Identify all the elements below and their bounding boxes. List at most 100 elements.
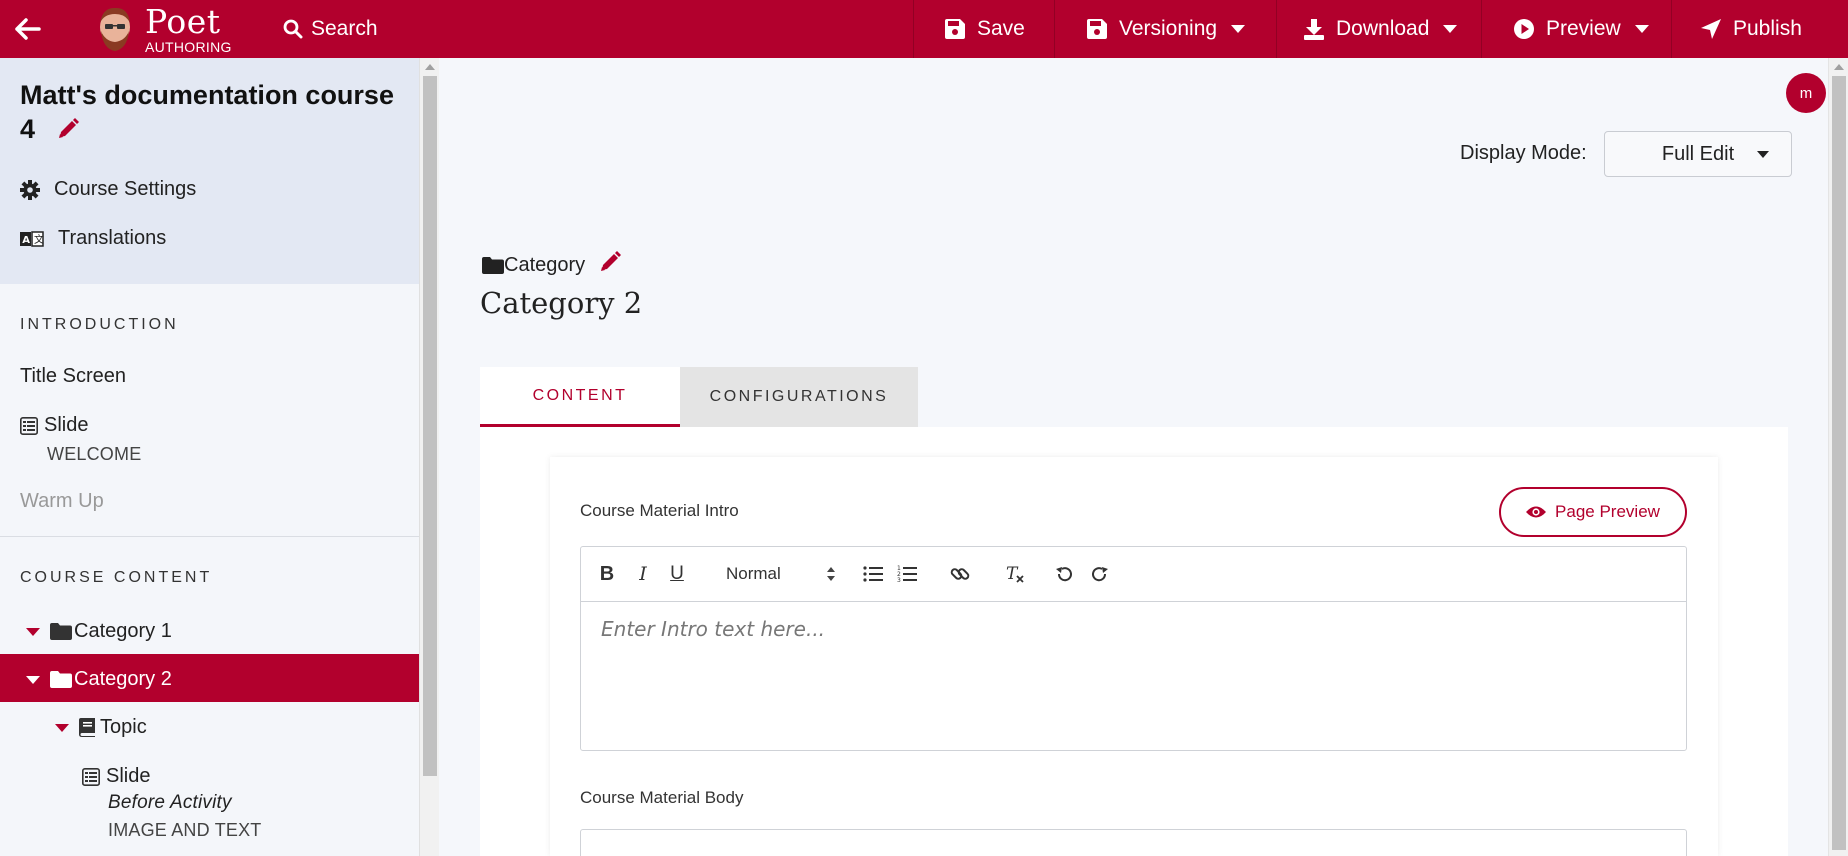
intro-text-area[interactable]: Enter Intro text here... [601, 617, 825, 641]
preview-dropdown[interactable]: Preview [1513, 0, 1649, 58]
underline-icon[interactable]: U [669, 563, 685, 585]
scroll-up-arrow-icon[interactable] [1834, 64, 1844, 70]
user-initial: m [1799, 84, 1813, 102]
search-label: Search [311, 17, 378, 40]
save-icon [945, 19, 965, 39]
italic-icon[interactable]: I [635, 563, 651, 585]
breadcrumb: Category [482, 251, 622, 279]
chevron-down-icon [1757, 151, 1769, 158]
page-preview-button[interactable]: Page Preview [1499, 487, 1687, 537]
sidebar-header: Matt's documentation course 4 Course Set… [0, 58, 419, 284]
search-icon [283, 19, 303, 39]
chevron-down-icon[interactable] [26, 675, 40, 684]
course-settings-link[interactable]: Course Settings [20, 178, 196, 201]
versioning-dropdown[interactable]: Versioning [1086, 0, 1246, 58]
chevron-down-icon [1443, 25, 1458, 33]
book-icon [79, 718, 95, 737]
svg-text:文: 文 [34, 233, 44, 246]
chevron-down-icon [1634, 25, 1649, 33]
intro-slide-item[interactable]: Slide [20, 414, 88, 437]
tab-content-label: CONTENT [532, 386, 628, 404]
pencil-icon[interactable] [599, 251, 622, 279]
main-scroll-thumb[interactable] [1832, 76, 1846, 850]
category-1-item[interactable]: Category 1 [26, 620, 172, 643]
category-1-label: Category 1 [74, 620, 172, 642]
title-screen-item[interactable]: Title Screen [20, 365, 126, 388]
redo-icon[interactable] [1091, 563, 1109, 585]
topic-slide-type: IMAGE AND TEXT [108, 820, 262, 840]
page-preview-label: Page Preview [1555, 502, 1660, 521]
save-label: Save [977, 17, 1025, 40]
paper-plane-icon [1701, 19, 1721, 39]
list-icon [20, 416, 38, 435]
brand-subtitle: AUTHORING [145, 38, 232, 55]
numbered-list-icon[interactable]: 123 [897, 563, 917, 585]
svg-text:3: 3 [897, 577, 901, 583]
play-circle-icon [1514, 19, 1534, 39]
brand-name: Poet AUTHORING [145, 5, 232, 54]
save-button[interactable]: Save [944, 0, 1025, 58]
title-screen-label: Title Screen [20, 365, 126, 387]
tab-content[interactable]: CONTENT [480, 367, 680, 427]
course-content-section-label: COURSE CONTENT [20, 569, 213, 586]
chevron-down-icon[interactable] [55, 723, 69, 732]
display-mode-value: Full Edit [1661, 142, 1735, 165]
versioning-label: Versioning [1119, 17, 1218, 40]
publish-label: Publish [1733, 17, 1802, 40]
chevron-down-icon[interactable] [26, 627, 40, 636]
clear-format-icon[interactable]: T [1005, 563, 1025, 585]
format-value: Normal [726, 564, 781, 583]
course-sidebar: Matt's documentation course 4 Course Set… [0, 58, 419, 856]
poet-face-icon [95, 5, 135, 53]
save-icon [1087, 19, 1107, 39]
intro-rich-text-editor: B I U Normal 123 T Enter Intro text here… [580, 546, 1687, 751]
editor-toolbar: B I U Normal 123 T [581, 547, 1686, 602]
back-arrow-icon[interactable] [8, 9, 48, 49]
introduction-section-label: INTRODUCTION [20, 316, 179, 333]
publish-button[interactable]: Publish [1700, 0, 1802, 58]
body-field-label: Course Material Body [580, 788, 744, 807]
svg-text:A: A [22, 235, 30, 246]
topic-item[interactable]: Topic [55, 716, 147, 739]
main-scrollbar[interactable] [1828, 58, 1848, 856]
sidebar-scrollbar[interactable] [419, 58, 439, 856]
warm-up-label: Warm Up [20, 490, 104, 512]
bold-icon[interactable]: B [599, 563, 615, 585]
display-mode-select[interactable]: Full Edit [1604, 131, 1792, 177]
bulleted-list-icon[interactable] [863, 563, 883, 585]
topic-label: Topic [100, 716, 147, 738]
format-select[interactable]: Normal [726, 563, 836, 585]
body-editor-toolbar [581, 830, 1686, 856]
sidebar-divider [0, 536, 419, 537]
brand-title: Poet [145, 1, 221, 41]
translate-icon: A文 [20, 230, 44, 247]
intro-field-label: Course Material Intro [580, 501, 739, 520]
app-logo[interactable]: Poet AUTHORING [95, 2, 232, 56]
course-settings-label: Course Settings [54, 178, 197, 200]
download-dropdown[interactable]: Download [1303, 0, 1458, 58]
sidebar-scroll-thumb[interactable] [423, 76, 437, 776]
folder-icon [482, 256, 504, 274]
display-mode-label: Display Mode: [1460, 142, 1587, 164]
user-avatar[interactable]: m [1786, 73, 1826, 113]
breadcrumb-label: Category [504, 253, 586, 276]
topic-slide-label: Slide [106, 765, 151, 787]
page-title: Category 2 [480, 286, 643, 320]
search-button[interactable]: Search [283, 0, 378, 58]
link-icon[interactable] [950, 563, 970, 585]
topic-slide-item[interactable]: Slide [82, 765, 150, 788]
chevron-down-icon [1231, 25, 1246, 33]
pencil-icon[interactable] [57, 114, 79, 148]
scroll-up-arrow-icon[interactable] [425, 64, 435, 70]
category-2-label: Category 2 [74, 668, 172, 690]
list-icon [82, 767, 100, 786]
undo-icon[interactable] [1055, 563, 1073, 585]
translations-label: Translations [58, 227, 167, 249]
warm-up-item[interactable]: Warm Up [20, 490, 104, 513]
category-2-item[interactable]: Category 2 [26, 668, 172, 691]
tab-configurations[interactable]: CONFIGURATIONS [680, 367, 918, 427]
intro-slide-label: Slide [44, 414, 89, 436]
translations-link[interactable]: A文 Translations [20, 227, 166, 250]
download-label: Download [1336, 17, 1430, 40]
intro-slide-type: WELCOME [47, 444, 142, 464]
